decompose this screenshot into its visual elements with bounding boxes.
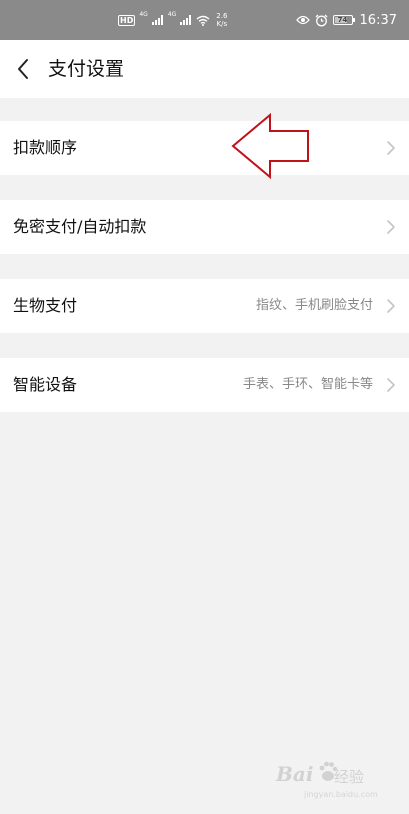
signal-icon	[151, 15, 163, 25]
row-label: 生物支付	[13, 296, 78, 315]
eye-icon	[295, 15, 310, 25]
settings-row-biometric[interactable]: 生物支付 指纹、手机刷脸支付	[0, 279, 409, 333]
battery-icon: 74	[332, 15, 355, 25]
signal-icon	[180, 15, 192, 25]
watermark-url: jingyan.baidu.com	[304, 790, 378, 799]
wifi-icon	[196, 15, 210, 26]
settings-row-smart-devices[interactable]: 智能设备 手表、手环、智能卡等	[0, 358, 409, 412]
chevron-right-icon	[387, 299, 395, 313]
signal-2-label: 4G	[167, 11, 177, 18]
settings-row-deduction-order[interactable]: 扣款顺序	[0, 121, 409, 175]
network-speed-unit: K/s	[216, 20, 228, 28]
chevron-right-icon	[387, 378, 395, 392]
chevron-left-icon	[18, 59, 28, 79]
row-value: 指纹、手机刷脸支付	[255, 298, 373, 313]
status-bar-system: 74 16:37	[295, 10, 397, 30]
row-value: 手表、手环、智能卡等	[242, 377, 373, 392]
status-bar: HD 4G 4G 2.6 K/s 74 16:37	[0, 0, 409, 40]
network-speed-value: 2.6	[216, 12, 228, 20]
settings-row-password-free[interactable]: 免密支付/自动扣款	[0, 200, 409, 254]
row-label: 免密支付/自动扣款	[13, 217, 147, 236]
watermark-suffix: 经验	[334, 768, 365, 786]
hd-badge: HD	[118, 14, 136, 26]
status-bar-network: HD 4G 4G 2.6 K/s	[118, 10, 227, 30]
network-speed: 2.6 K/s	[216, 12, 227, 28]
chevron-right-icon	[387, 141, 395, 155]
back-button[interactable]	[8, 54, 38, 84]
chevron-right-icon	[387, 220, 395, 234]
signal-1-label: 4G	[139, 11, 148, 18]
battery-level: 74	[337, 16, 348, 24]
status-clock: 16:37	[359, 12, 397, 28]
watermark: Bai 经验 jingyan.baidu.com	[276, 760, 396, 806]
watermark-brand: Bai	[276, 762, 314, 786]
alarm-icon	[315, 14, 327, 26]
page-title: 支付设置	[48, 58, 125, 80]
row-label: 扣款顺序	[13, 138, 78, 157]
header-bar: 支付设置	[0, 40, 409, 98]
row-label: 智能设备	[13, 375, 78, 394]
